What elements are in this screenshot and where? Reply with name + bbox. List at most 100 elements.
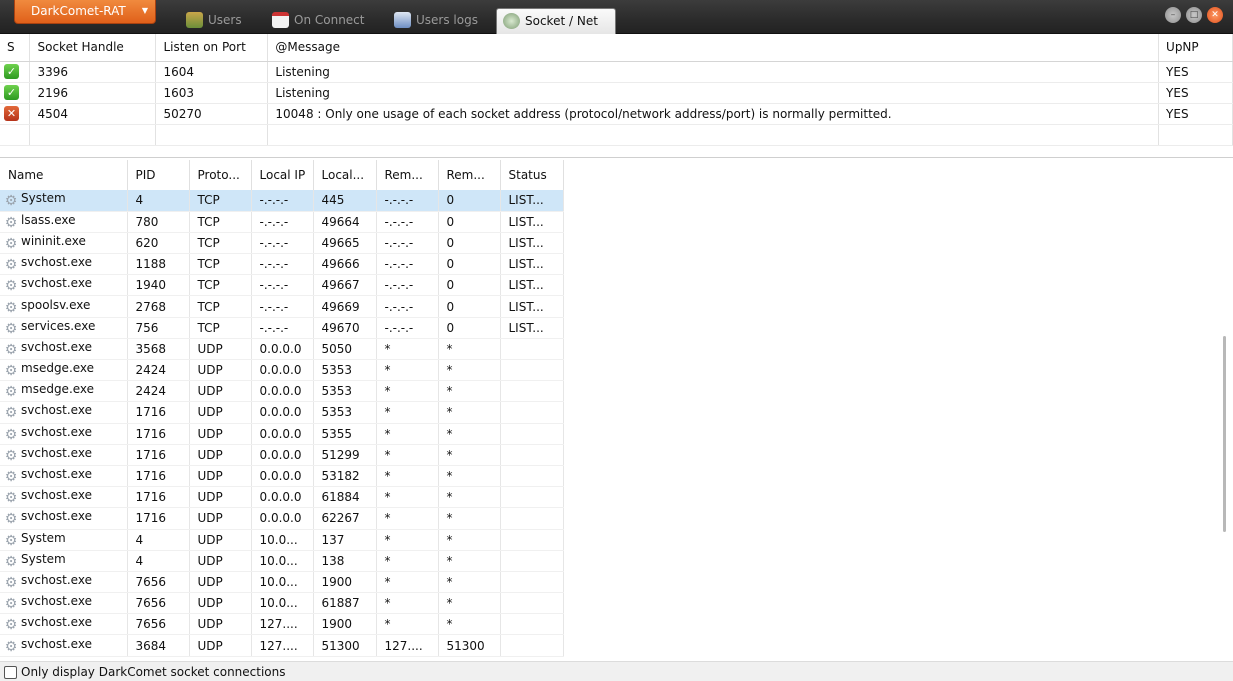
table-row[interactable]: ⚙ svchost.exe 1716 UDP 0.0.0.0 51299 * *	[0, 444, 564, 466]
column-header-name[interactable]: Name	[0, 160, 128, 190]
protocol: TCP	[189, 317, 252, 339]
column-header-status[interactable]: S	[0, 34, 31, 62]
scrollbar[interactable]	[1223, 336, 1226, 532]
listen-port: 1604	[155, 61, 269, 83]
connection-status	[500, 486, 564, 509]
table-row[interactable]: ⚙ svchost.exe 1716 UDP 0.0.0.0 5355 * *	[0, 423, 564, 445]
remote-ip: *	[376, 507, 439, 530]
close-icon[interactable]: ✕	[1207, 7, 1223, 23]
gear-icon: ⚙	[4, 320, 18, 337]
local-ip: 0.0.0.0	[251, 359, 314, 382]
table-row[interactable]: ⚙ services.exe 756 TCP -.-.-.- 49670 -.-.-.- 0 L…	[0, 317, 564, 339]
local-port: 62267	[313, 507, 377, 530]
local-ip: 127....	[251, 613, 314, 636]
table-row[interactable]: ⚙ spoolsv.exe 2768 TCP -.-.-.- 49669 -.-.-.- 0 L…	[0, 295, 564, 318]
process-name: spoolsv.exe	[21, 297, 91, 312]
socket-row[interactable]: ✓ 2196 1603 Listening YES	[0, 82, 1233, 104]
connection-status	[500, 571, 564, 594]
table-row[interactable]: ⚙ lsass.exe 780 TCP -.-.-.- 49664 -.-.-.- 0 LIST…	[0, 211, 564, 233]
table-row[interactable]: ⚙ svchost.exe 7656 UDP 10.0... 61887 * *	[0, 592, 564, 615]
table-row[interactable]: ⚙ svchost.exe 1188 TCP -.-.-.- 49666 -.-.-.- 0 L…	[0, 253, 564, 276]
local-ip: -.-.-.-	[251, 295, 314, 318]
logs-icon	[394, 12, 411, 28]
socket-row[interactable]: ✓ 3396 1604 Listening YES	[0, 61, 1233, 83]
pid: 1716	[127, 507, 190, 530]
minimize-icon[interactable]: –	[1165, 7, 1181, 23]
table-row[interactable]: ⚙ svchost.exe 7656 UDP 10.0... 1900 * *	[0, 571, 564, 594]
darkcomet-only-checkbox[interactable]	[4, 666, 17, 679]
column-header-protocol[interactable]: Proto...	[189, 160, 252, 190]
local-ip: 0.0.0.0	[251, 486, 314, 509]
column-header-local-port[interactable]: Local...	[313, 160, 377, 190]
dropdown-arrow-icon: ▼	[141, 6, 148, 15]
table-row[interactable]: ⚙ svchost.exe 3684 UDP 127.... 51300 127.... 51…	[0, 634, 564, 657]
pid: 2768	[127, 295, 190, 318]
column-header-pid[interactable]: PID	[127, 160, 190, 190]
local-port: 1900	[313, 613, 377, 636]
table-row[interactable]: ⚙ svchost.exe 3568 UDP 0.0.0.0 5050 * *	[0, 338, 564, 361]
table-row[interactable]: ⚙ System 4 UDP 10.0... 138 * *	[0, 550, 564, 572]
pid: 4	[127, 190, 190, 212]
table-row[interactable]: ⚙ svchost.exe 1716 UDP 0.0.0.0 62267 * *	[0, 507, 564, 530]
pid: 1716	[127, 465, 190, 488]
tab-users-logs[interactable]: Users logs	[388, 8, 492, 34]
socket-row[interactable]: ✕ 4504 50270 10048 : Only one usage of e…	[0, 103, 1233, 125]
protocol: UDP	[189, 634, 252, 657]
local-ip: 0.0.0.0	[251, 380, 314, 403]
pid: 620	[127, 232, 190, 255]
table-row[interactable]: ⚙ System 4 TCP -.-.-.- 445 -.-.-.- 0 LIST...	[0, 190, 564, 212]
protocol: TCP	[189, 295, 252, 318]
process-name: svchost.exe	[21, 636, 92, 651]
column-header-remote-ip[interactable]: Rem...	[376, 160, 439, 190]
tab-on-connect[interactable]: On Connect	[266, 8, 382, 34]
connection-status: LIST...	[500, 317, 564, 339]
pid: 3684	[127, 634, 190, 657]
table-row[interactable]: ⚙ msedge.exe 2424 UDP 0.0.0.0 5353 * *	[0, 380, 564, 403]
protocol: UDP	[189, 529, 252, 551]
error-icon: ✕	[4, 106, 19, 121]
table-row[interactable]: ⚙ System 4 UDP 10.0... 137 * *	[0, 529, 564, 551]
remote-port: *	[438, 529, 501, 551]
tab-users[interactable]: Users	[180, 8, 264, 34]
column-header-listen-port[interactable]: Listen on Port	[155, 34, 269, 62]
column-header-remote-port[interactable]: Rem...	[438, 160, 501, 190]
connection-status: LIST...	[500, 253, 564, 276]
tab-socket-net[interactable]: Socket / Net	[496, 8, 616, 34]
connection-status	[500, 359, 564, 382]
connections-panel: Name PID Proto... Local IP Local... Rem.…	[0, 160, 1233, 660]
protocol: UDP	[189, 613, 252, 636]
gear-icon: ⚙	[4, 299, 18, 316]
connection-status: LIST...	[500, 232, 564, 255]
connection-status	[500, 613, 564, 636]
remote-ip: -.-.-.-	[376, 232, 439, 255]
remote-ip: *	[376, 486, 439, 509]
table-row[interactable]: ⚙ svchost.exe 1940 TCP -.-.-.- 49667 -.-.-.- 0 L…	[0, 274, 564, 297]
pid: 7656	[127, 571, 190, 594]
remote-port: *	[438, 380, 501, 403]
app-menu-button[interactable]: DarkComet-RAT ▼	[14, 0, 156, 24]
gear-icon: ⚙	[4, 511, 18, 528]
table-row[interactable]: ⚙ svchost.exe 1716 UDP 0.0.0.0 5353 * *	[0, 401, 564, 424]
column-header-socket-handle[interactable]: Socket Handle	[29, 34, 157, 62]
network-icon	[503, 13, 520, 29]
column-header-message[interactable]: @Message	[267, 34, 1160, 62]
table-row[interactable]: ⚙ wininit.exe 620 TCP -.-.-.- 49665 -.-.-.- 0 LI…	[0, 232, 564, 255]
local-port: 61884	[313, 486, 377, 509]
remote-port: *	[438, 338, 501, 361]
table-row[interactable]: ⚙ svchost.exe 7656 UDP 127.... 1900 * *	[0, 613, 564, 636]
remote-port: 0	[438, 253, 501, 276]
process-name: svchost.exe	[21, 255, 92, 270]
maximize-icon[interactable]: □	[1186, 7, 1202, 23]
pid: 780	[127, 211, 190, 233]
column-header-status[interactable]: Status	[500, 160, 564, 190]
connection-status	[500, 380, 564, 403]
local-port: 5050	[313, 338, 377, 361]
connection-status	[500, 444, 564, 466]
process-name: svchost.exe	[21, 509, 92, 524]
table-row[interactable]: ⚙ svchost.exe 1716 UDP 0.0.0.0 61884 * *	[0, 486, 564, 509]
table-row[interactable]: ⚙ svchost.exe 1716 UDP 0.0.0.0 53182 * *	[0, 465, 564, 488]
column-header-local-ip[interactable]: Local IP	[251, 160, 314, 190]
checkbox-label: Only display DarkComet socket connection…	[21, 665, 286, 679]
table-row[interactable]: ⚙ msedge.exe 2424 UDP 0.0.0.0 5353 * *	[0, 359, 564, 382]
column-header-upnp[interactable]: UpNP	[1158, 34, 1233, 62]
